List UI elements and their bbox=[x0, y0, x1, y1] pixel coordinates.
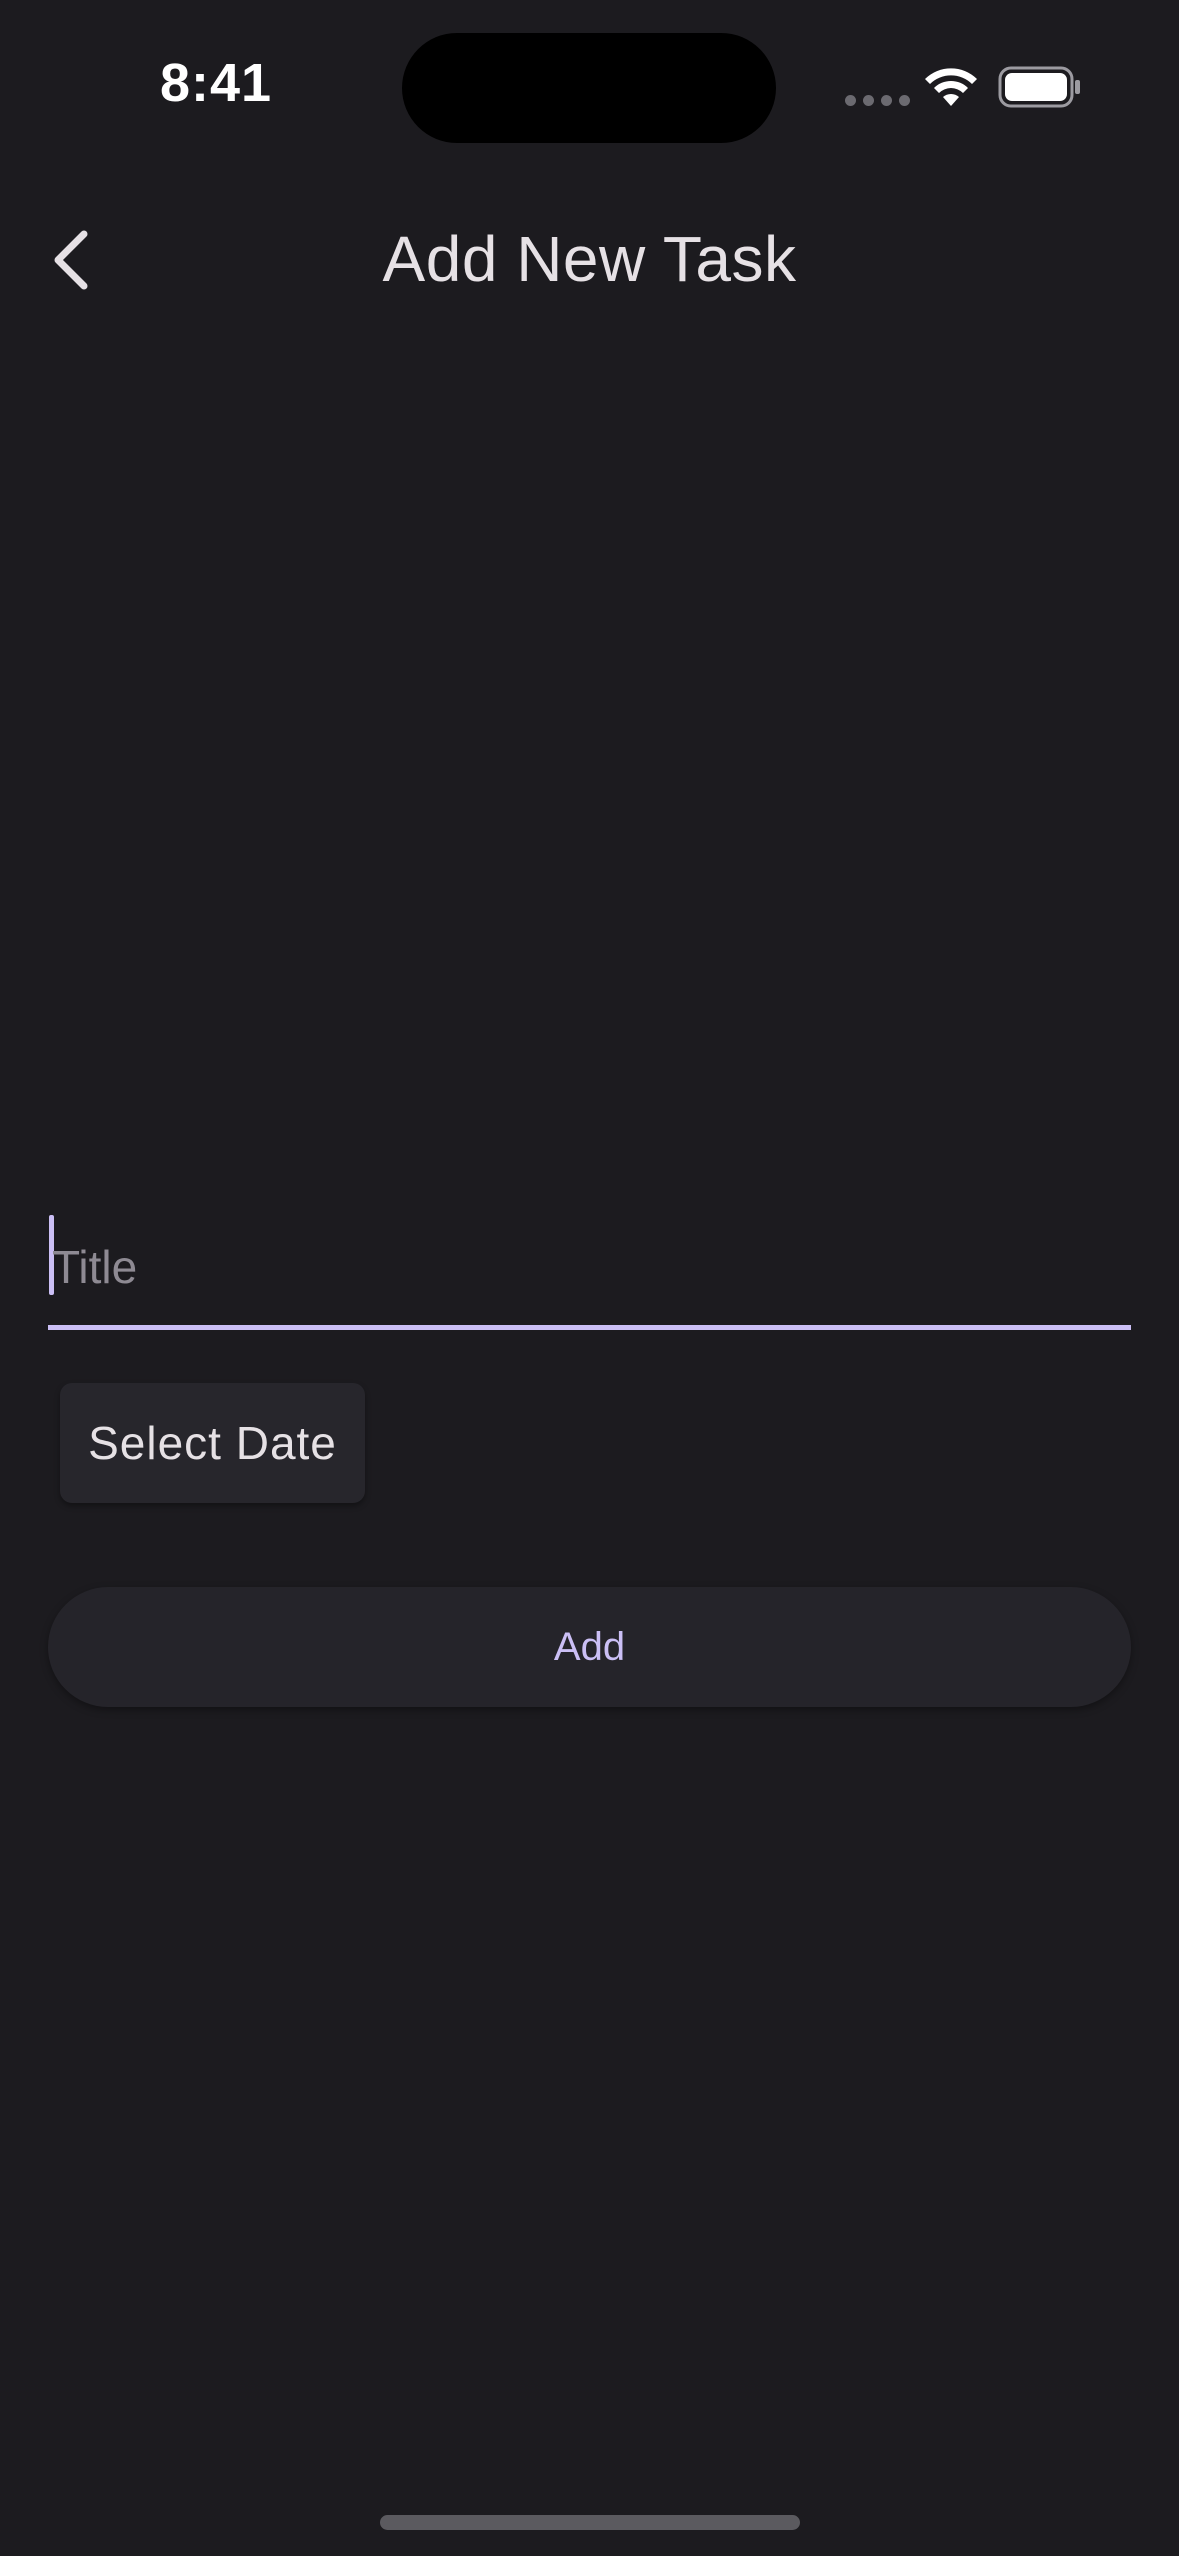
battery-icon bbox=[998, 66, 1080, 108]
title-input[interactable] bbox=[48, 1227, 1135, 1307]
status-bar: 8:41 bbox=[0, 0, 1179, 170]
home-indicator bbox=[380, 2515, 800, 2530]
signal-dots-icon bbox=[845, 95, 910, 106]
status-time: 8:41 bbox=[160, 53, 273, 113]
wifi-icon bbox=[925, 68, 977, 106]
dynamic-island bbox=[402, 33, 776, 143]
title-field[interactable] bbox=[48, 1205, 1135, 1330]
app-bar: Add New Task bbox=[0, 200, 1179, 320]
select-date-button[interactable]: Select Date bbox=[60, 1383, 365, 1503]
add-button[interactable]: Add bbox=[48, 1587, 1131, 1707]
page-title: Add New Task bbox=[382, 223, 797, 295]
